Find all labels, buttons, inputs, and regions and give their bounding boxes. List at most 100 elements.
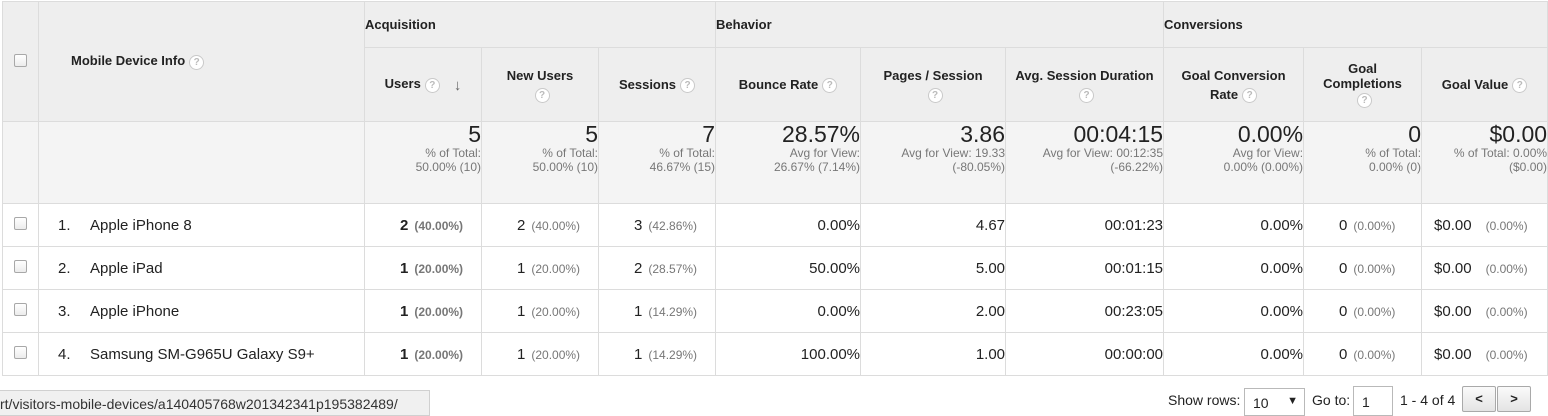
- sessions-value: 2: [634, 259, 643, 277]
- row-number: 4.: [58, 345, 71, 363]
- device-name-link[interactable]: Apple iPhone: [90, 303, 179, 320]
- users-column-label: Users: [384, 76, 421, 92]
- bounce-rate-cell: 50.00%: [715, 246, 862, 290]
- behavior-group-header: Behavior: [715, 1, 1165, 48]
- help-icon[interactable]: ?: [1512, 78, 1528, 94]
- bounce-rate-column-header[interactable]: Bounce Rate?: [715, 47, 862, 122]
- help-icon[interactable]: ?: [1079, 87, 1095, 103]
- next-page-button[interactable]: >: [1497, 386, 1531, 412]
- bounce-rate-column-label: Bounce Rate: [738, 77, 819, 92]
- sessions-cell: 1 (14.29%): [597, 332, 717, 376]
- new-users-value: 1: [517, 302, 526, 320]
- row-checkbox[interactable]: [14, 259, 27, 273]
- goal-completions-value: 0: [1339, 302, 1348, 320]
- goal-completions-label-line2: Completions: [1323, 76, 1402, 92]
- goal-value-percent: (0.00%): [1485, 304, 1528, 319]
- sessions-value: 1: [634, 302, 643, 320]
- device-cell: 1. Apple iPhone 8: [38, 203, 365, 247]
- sessions-percent: (14.29%): [648, 304, 698, 319]
- show-rows-value: 10: [1253, 395, 1269, 411]
- select-all-checkbox[interactable]: [14, 53, 27, 67]
- row-checkbox-cell: [2, 203, 39, 247]
- previous-page-button[interactable]: <: [1462, 386, 1496, 412]
- goal-completions-column-header[interactable]: Goal Completions?: [1303, 47, 1423, 122]
- totals-goal-conversion-rate-caption: Avg for View:: [1232, 146, 1304, 160]
- users-value: 1: [400, 302, 409, 320]
- totals-sessions: 7% of Total: 46.67% (15): [597, 121, 717, 204]
- sessions-percent: (42.86%): [648, 218, 698, 233]
- device-name-link[interactable]: Apple iPad: [90, 260, 163, 277]
- chevron-right-icon: >: [1510, 391, 1518, 406]
- avg-duration-cell: 00:23:05: [1005, 289, 1165, 333]
- row-number: 1.: [58, 216, 71, 234]
- sessions-column-header[interactable]: Sessions?: [597, 47, 717, 122]
- avg-duration-column-header[interactable]: Avg. Session Duration?: [1005, 47, 1165, 122]
- sessions-cell: 2 (28.57%): [597, 246, 717, 290]
- totals-new-users: 5% of Total: 50.00% (10): [481, 121, 599, 204]
- row-checkbox[interactable]: [14, 345, 27, 359]
- bounce-rate-cell: 0.00%: [715, 203, 862, 247]
- row-checkbox-cell: [2, 246, 39, 290]
- totals-bounce-rate: 28.57% Avg for View: 26.67% (7.14%): [715, 121, 862, 204]
- sessions-cell: 3 (42.86%): [597, 203, 717, 247]
- pages-session-cell: 4.67: [860, 203, 1007, 247]
- goal-completions-cell: 0 (0.00%): [1303, 289, 1423, 333]
- users-percent: (20.00%): [414, 347, 464, 362]
- goal-completions-value: 0: [1339, 216, 1348, 234]
- row-checkbox[interactable]: [14, 302, 27, 316]
- users-value: 2: [400, 216, 409, 234]
- users-cell: 1 (20.00%): [364, 332, 482, 376]
- row-checkbox[interactable]: [14, 216, 27, 230]
- new-users-column-label: New Users: [506, 67, 574, 83]
- help-icon[interactable]: ?: [189, 54, 205, 70]
- help-icon[interactable]: ?: [1242, 87, 1258, 103]
- row-checkbox-cell: [2, 332, 39, 376]
- sessions-value: 1: [634, 345, 643, 363]
- help-icon[interactable]: ?: [680, 78, 696, 94]
- device-name-link[interactable]: Samsung SM-G965U Galaxy S9+: [90, 346, 315, 363]
- new-users-column-header[interactable]: New Users?: [481, 47, 599, 122]
- device-cell: 4. Samsung SM-G965U Galaxy S9+: [38, 332, 365, 376]
- goal-completions-percent: (0.00%): [1353, 347, 1396, 362]
- device-column-header[interactable]: Mobile Device Info?: [38, 1, 365, 122]
- pages-session-cell: 5.00: [860, 246, 1007, 290]
- totals-avg-duration-detail: (-66.22%): [1110, 160, 1164, 174]
- help-icon[interactable]: ?: [927, 87, 943, 103]
- dropdown-caret-icon: ▼: [1287, 395, 1298, 407]
- help-icon[interactable]: ?: [1357, 92, 1373, 108]
- pages-session-cell: 2.00: [860, 289, 1007, 333]
- goal-value-column-header[interactable]: Goal Value?: [1421, 47, 1548, 122]
- go-to-label: Go to:: [1312, 392, 1351, 408]
- pages-session-column-header[interactable]: Pages / Session?: [860, 47, 1007, 122]
- show-rows-select[interactable]: 10 ▼: [1244, 388, 1305, 416]
- goal-conversion-rate-cell: 0.00%: [1163, 203, 1305, 247]
- goal-value-column-label: Goal Value: [1441, 77, 1509, 92]
- goal-value-value: $0.00: [1434, 259, 1472, 277]
- pages-session-cell: 1.00: [860, 332, 1007, 376]
- sort-descending-icon[interactable]: ↓: [454, 77, 462, 94]
- totals-avg-duration-caption: Avg for View: 00:12:35: [1042, 146, 1164, 160]
- totals-bounce-rate-value: 28.57%: [782, 121, 861, 147]
- help-icon[interactable]: ?: [534, 87, 550, 103]
- avg-duration-cell: 00:01:15: [1005, 246, 1165, 290]
- totals-goal-conversion-rate: 0.00% Avg for View: 0.00% (0.00%): [1163, 121, 1305, 204]
- goal-conversion-rate-column-header[interactable]: Goal Conversion Rate?: [1163, 47, 1305, 122]
- users-cell: 1 (20.00%): [364, 289, 482, 333]
- goal-conversion-rate-label-line1: Goal Conversion: [1181, 67, 1286, 83]
- goal-completions-cell: 0 (0.00%): [1303, 246, 1423, 290]
- goal-conversion-rate-label-line2: Rate: [1209, 86, 1239, 102]
- sessions-value: 3: [634, 216, 643, 234]
- users-column-header[interactable]: Users? ↓: [364, 47, 482, 122]
- table-row: 4. Samsung SM-G965U Galaxy S9+ 1 (20.00%) 1 (…: [2, 332, 1548, 376]
- device-name-link[interactable]: Apple iPhone 8: [90, 217, 192, 234]
- help-icon[interactable]: ?: [424, 77, 440, 93]
- users-percent: (40.00%): [414, 218, 464, 233]
- totals-goal-value-caption: % of Total: 0.00%: [1453, 146, 1548, 160]
- help-icon[interactable]: ?: [822, 78, 838, 94]
- totals-new-users-value: 5: [585, 121, 598, 147]
- show-rows-label: Show rows:: [1168, 392, 1241, 408]
- pagination-bar: Show rows: 10 ▼ Go to: 1 1 - 4 of 4 < >: [0, 386, 1548, 416]
- totals-pages-session-caption: Avg for View: 19.33: [901, 146, 1006, 160]
- goal-completions-label-line1: Goal: [1348, 61, 1377, 77]
- go-to-input[interactable]: 1: [1353, 386, 1393, 416]
